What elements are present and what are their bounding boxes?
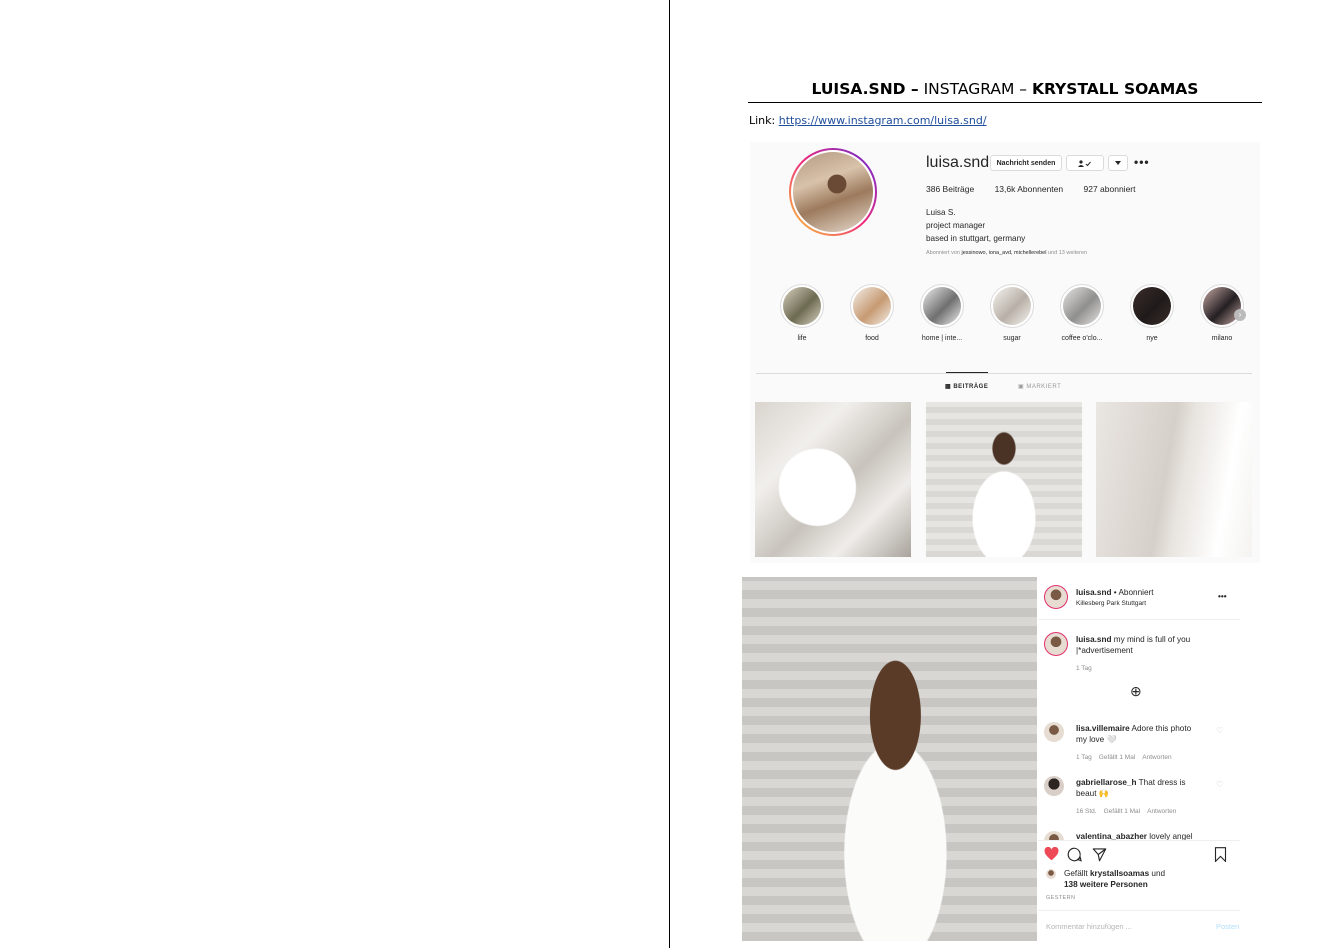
divider — [1038, 910, 1240, 911]
highlight-cover — [850, 284, 894, 328]
highlight-cover — [1200, 284, 1244, 328]
avatar[interactable] — [1044, 632, 1068, 656]
grid-post-image[interactable] — [1096, 402, 1252, 557]
profile-bio: Luisa S. project manager based in stuttg… — [926, 206, 1025, 245]
heart-icon[interactable]: ♡ — [1216, 726, 1223, 735]
highlight-cover — [780, 284, 824, 328]
following-count[interactable]: 927 abonniert — [1084, 184, 1136, 194]
avatar[interactable] — [1044, 722, 1064, 742]
tabs-divider — [756, 373, 1252, 374]
highlight-cover — [990, 284, 1034, 328]
post-location[interactable]: Killesberg Park Stuttgart — [1076, 598, 1146, 609]
highlight-label: home | inte... — [921, 335, 963, 342]
title-underline — [748, 102, 1262, 103]
avatar[interactable] — [1044, 831, 1064, 840]
highlight-item[interactable]: home | inte... — [912, 284, 972, 342]
profile-link[interactable]: https://www.instagram.com/luisa.snd/ — [779, 114, 987, 127]
profile-screenshot: luisa.snd Nachricht senden ••• 386 Beitr… — [750, 142, 1260, 563]
comment-meta: 16 Std. Gefällt 1 Mal Antworten — [1076, 808, 1177, 815]
highlight-label: milano — [1211, 335, 1233, 342]
highlight-item[interactable]: food — [842, 284, 902, 342]
heart-icon[interactable] — [1044, 846, 1059, 864]
highlight-label: nye — [1146, 335, 1158, 342]
tab-posts[interactable]: ▦ BEITRÄGE — [945, 383, 988, 390]
highlight-cover — [920, 284, 964, 328]
bio-line: based in stuttgart, germany — [926, 234, 1026, 243]
comment-text: gabriellarose_h That dress is beaut 🙌 — [1076, 778, 1186, 798]
highlight-item[interactable]: life — [772, 284, 832, 342]
grid-post-image[interactable] — [926, 402, 1082, 557]
posts-count[interactable]: 386 Beiträge — [926, 184, 974, 194]
reply-link[interactable]: Antworten — [1147, 808, 1176, 815]
grid-post-image[interactable] — [755, 402, 911, 557]
comment-meta: 1 Tag Gefällt 1 Mal Antworten — [1076, 754, 1172, 761]
highlight-cover — [1130, 284, 1174, 328]
comment-text: valentina_abazher lovely angel — [1076, 832, 1193, 840]
post-photo[interactable] — [742, 577, 1037, 941]
profile-avatar[interactable] — [789, 148, 877, 236]
share-icon[interactable] — [1092, 847, 1107, 865]
profile-link-line: Link: https://www.instagram.com/luisa.sn… — [749, 114, 987, 127]
reply-link[interactable]: Antworten — [1142, 754, 1171, 761]
highlight-item[interactable]: nye — [1122, 284, 1182, 342]
more-options-icon[interactable]: ••• — [1134, 155, 1150, 169]
post-sidebar: luisa.snd • Abonniert Killesberg Park St… — [1038, 577, 1240, 941]
active-tab-indicator — [946, 372, 988, 373]
followers-count[interactable]: 13,6k Abonnenten — [995, 184, 1064, 194]
bio-line: project manager — [926, 221, 986, 230]
dropdown-button[interactable] — [1108, 155, 1128, 171]
chevron-right-icon[interactable]: › — [1234, 309, 1246, 321]
tab-tagged[interactable]: ▣ MARKIERT — [1018, 383, 1061, 390]
person-check-icon — [1078, 159, 1091, 167]
highlight-label: food — [865, 335, 879, 342]
avatar[interactable] — [1044, 585, 1068, 609]
post-comment-button[interactable]: Posten — [1216, 922, 1239, 931]
post-screenshot: luisa.snd • Abonniert Killesberg Park St… — [742, 577, 1240, 941]
heart-icon[interactable]: ♡ — [1216, 780, 1223, 789]
followed-by[interactable]: Abonniert von jessinowo, iona_avd, miche… — [926, 250, 1087, 256]
divider — [1038, 840, 1240, 841]
page-divider — [669, 0, 670, 948]
comment-input[interactable]: Kommentar hinzufügen ... — [1046, 922, 1132, 931]
bookmark-icon[interactable] — [1214, 847, 1227, 865]
highlight-item[interactable]: coffee o'clo... — [1052, 284, 1112, 342]
comment-clipped: valentina_abazher lovely angel — [1038, 829, 1240, 840]
highlight-label: coffee o'clo... — [1061, 335, 1103, 342]
following-button[interactable] — [1066, 155, 1104, 171]
more-options-icon[interactable]: ••• — [1218, 591, 1227, 602]
profile-stats: 386 Beiträge 13,6k Abonnenten 927 abonni… — [926, 184, 1154, 194]
comment-text: lisa.villemaire Adore this photo my love… — [1076, 724, 1192, 744]
document-title: LUISA.SND – INSTAGRAM – KRYSTALL SOAMAS — [811, 80, 1199, 98]
post-date: GESTERN — [1046, 895, 1076, 901]
highlight-item[interactable]: sugar — [982, 284, 1042, 342]
comment-icon[interactable] — [1067, 847, 1082, 865]
profile-username: luisa.snd — [926, 154, 990, 171]
caret-down-icon — [1115, 161, 1121, 165]
bio-name: Luisa S. — [926, 208, 956, 217]
story-highlights: life food home | inte... sugar coffee o'clo.… — [772, 284, 1252, 344]
likes-summary[interactable]: Gefällt krystallsoamas und 138 weitere Pe… — [1064, 868, 1165, 890]
post-caption: luisa.snd my mind is full of you |*adver… — [1076, 635, 1191, 655]
post-author[interactable]: luisa.snd — [1076, 588, 1112, 597]
send-message-button[interactable]: Nachricht senden — [990, 155, 1062, 171]
post-header: luisa.snd • Abonniert — [1076, 588, 1154, 597]
divider — [1038, 619, 1240, 620]
avatar[interactable] — [1044, 776, 1064, 796]
avatar — [1046, 869, 1056, 879]
highlight-cover — [1060, 284, 1104, 328]
load-more-comments-icon[interactable]: ⊕ — [1130, 684, 1142, 698]
caption-time: 1 Tag — [1076, 665, 1092, 672]
highlight-label: life — [797, 335, 807, 342]
highlight-label: sugar — [1003, 335, 1021, 342]
